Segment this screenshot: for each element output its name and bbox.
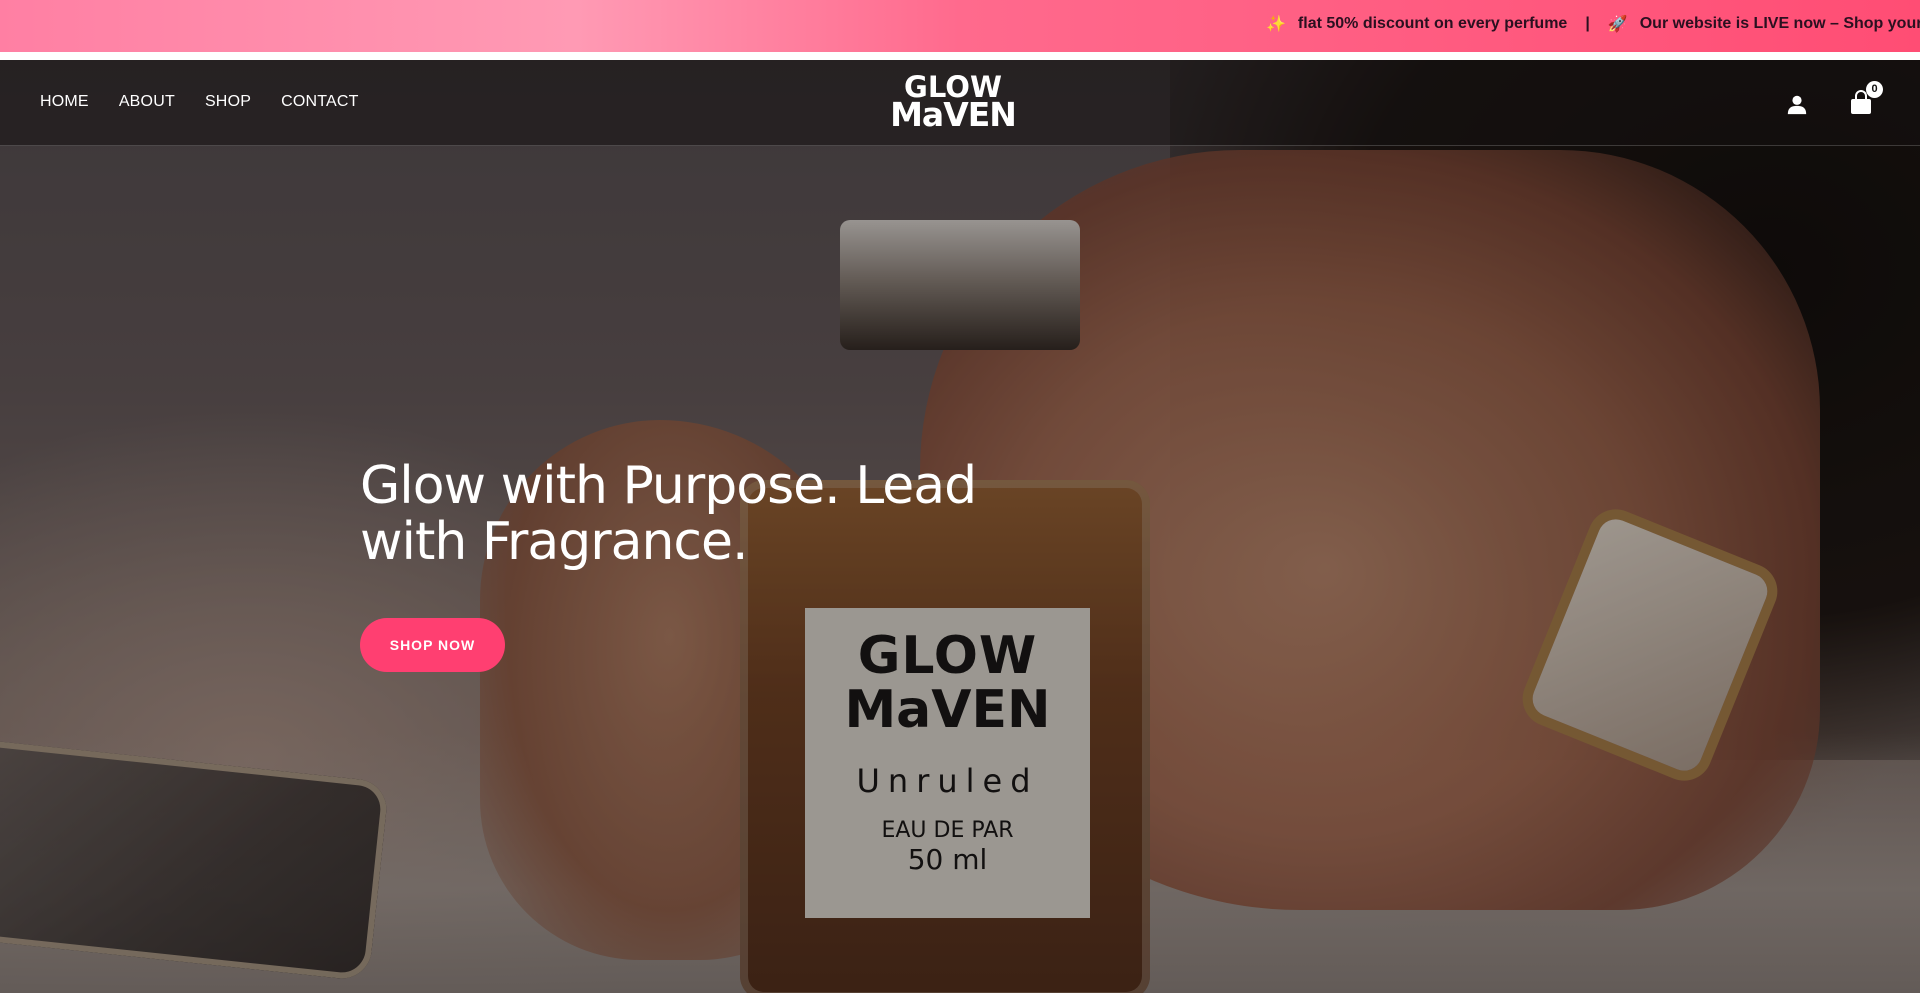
announcement-ticker: ✨ flat 50% discount on every perfume | 🚀… [1266, 14, 1920, 34]
nav-shop[interactable]: SHOP [205, 93, 251, 111]
sparkles-icon: ✨ [1266, 16, 1286, 33]
nav-about[interactable]: ABOUT [119, 93, 175, 111]
rocket-icon: 🚀 [1607, 16, 1628, 33]
announcement-text-1: flat 50% discount on every perfume [1297, 15, 1568, 32]
announcement-divider [0, 52, 1920, 60]
announcement-separator: | [1585, 15, 1590, 32]
shop-now-button[interactable]: SHOP NOW [360, 618, 505, 672]
announcement-text-2: Our website is LIVE now – Shop your fav [1639, 15, 1920, 32]
nav-contact[interactable]: CONTACT [281, 93, 359, 111]
site-logo[interactable]: GLOW MaVEN [888, 73, 1018, 134]
announcement-bar: ✨ flat 50% discount on every perfume | 🚀… [0, 0, 1920, 52]
main-nav: HOME ABOUT SHOP CONTACT [40, 93, 359, 111]
logo-bottom: MaVEN [890, 95, 1017, 134]
site-header: HOME ABOUT SHOP CONTACT GLOW MaVEN 0 [0, 60, 1920, 146]
hero-headline: Glow with Purpose. Lead with Fragrance. [360, 456, 977, 572]
nav-home[interactable]: HOME [40, 93, 89, 111]
user-icon[interactable] [1786, 93, 1808, 115]
cart-count-badge: 0 [1866, 81, 1883, 98]
